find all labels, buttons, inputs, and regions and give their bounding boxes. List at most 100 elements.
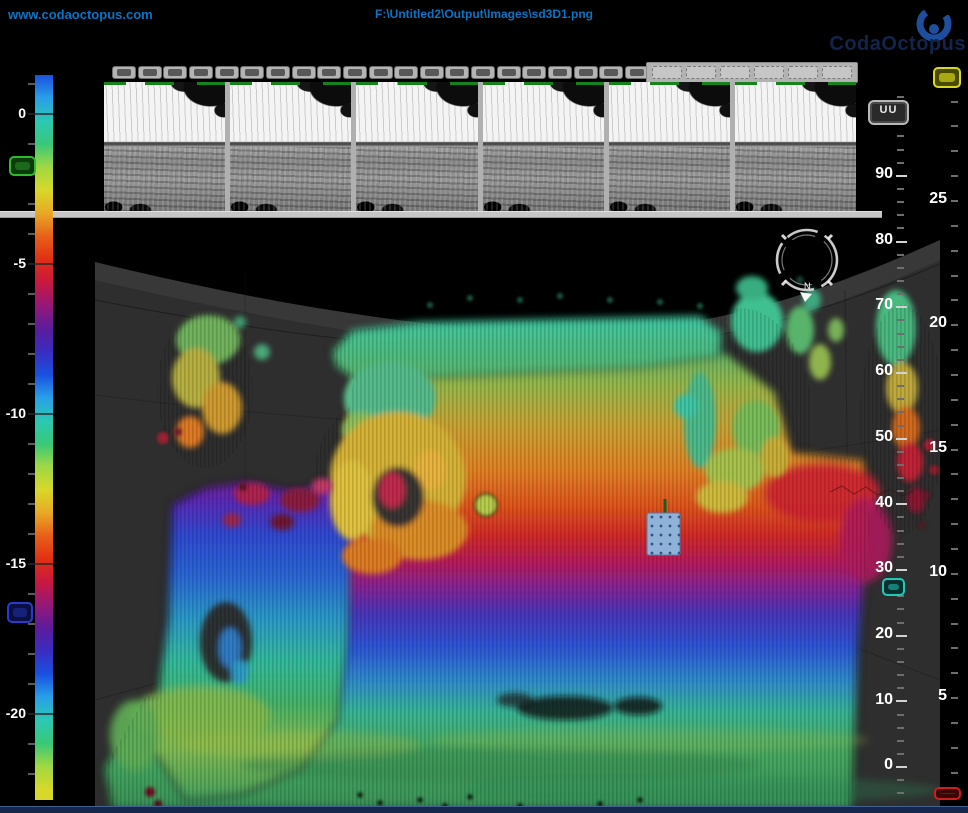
filmstrip-frame-button[interactable] bbox=[343, 66, 367, 79]
thumbnail-range-marks bbox=[483, 82, 604, 85]
filmstrip-frame-button[interactable] bbox=[574, 66, 598, 79]
thumbnail-seabed-texture bbox=[356, 147, 477, 212]
ruler-tick bbox=[897, 280, 904, 282]
colorbar-tick bbox=[28, 143, 35, 145]
ruler-label: 20 bbox=[913, 314, 947, 332]
thumbnail-range-marks bbox=[609, 82, 730, 85]
ruler-tick bbox=[897, 96, 904, 98]
marker-inner bbox=[940, 793, 955, 794]
point-cloud-data bbox=[95, 276, 945, 807]
filmstrip-frame-button[interactable] bbox=[420, 66, 444, 79]
ruler-tick bbox=[897, 451, 904, 453]
ruler-tick bbox=[897, 411, 904, 413]
colorbar-tick bbox=[28, 473, 35, 475]
ruler-tick bbox=[951, 101, 958, 103]
colorbar-green-marker-button[interactable] bbox=[9, 156, 36, 176]
ruler-tick bbox=[896, 569, 907, 571]
filmstrip-frame-button[interactable] bbox=[189, 66, 213, 79]
colorbar-tick bbox=[28, 353, 35, 355]
website-link[interactable]: www.codaoctopus.com bbox=[8, 7, 153, 22]
colorbar-tick bbox=[28, 653, 35, 655]
ruler-tick bbox=[897, 254, 904, 256]
filmstrip-selected-group[interactable] bbox=[646, 62, 858, 83]
ruler-tick bbox=[951, 672, 958, 674]
filmstrip-group-cell[interactable] bbox=[788, 66, 818, 79]
ruler-tick bbox=[897, 227, 904, 229]
filmstrip-group-cell[interactable] bbox=[822, 66, 852, 79]
ruler-tick bbox=[897, 516, 904, 518]
ruler-tick bbox=[897, 530, 904, 532]
filmstrip-group-cell[interactable] bbox=[686, 66, 716, 79]
uu-marker-button[interactable]: UU bbox=[868, 100, 909, 125]
ruler-tick bbox=[897, 687, 904, 689]
thumbnail-range-marks bbox=[356, 82, 477, 85]
ruler-tick bbox=[951, 250, 958, 252]
filmstrip-group-cell[interactable] bbox=[754, 66, 784, 79]
ruler-tick bbox=[897, 490, 904, 492]
ruler-tick bbox=[896, 372, 907, 374]
filmstrip-frame-button[interactable] bbox=[292, 66, 316, 79]
marker-inner bbox=[15, 162, 30, 170]
ruler-tick bbox=[951, 473, 958, 475]
ruler-label: 50 bbox=[859, 428, 893, 446]
ruler-tick bbox=[951, 299, 958, 301]
ruler-tick bbox=[897, 333, 904, 335]
sonar-thumbnail[interactable] bbox=[104, 82, 225, 211]
filmstrip-frame-button[interactable] bbox=[369, 66, 393, 79]
ruler-tick bbox=[897, 188, 904, 190]
filmstrip-frame-button[interactable] bbox=[138, 66, 162, 79]
ruler-tick bbox=[897, 346, 904, 348]
filmstrip-frame-button[interactable] bbox=[599, 66, 623, 79]
ruler-yellow-marker-button[interactable] bbox=[933, 67, 961, 88]
colorbar-navy-marker-button[interactable] bbox=[7, 602, 33, 623]
colorbar-tick bbox=[28, 263, 53, 265]
colorbar-tick bbox=[28, 623, 35, 625]
ruler-red-marker-button[interactable] bbox=[934, 787, 961, 800]
filmstrip-frame-button[interactable] bbox=[215, 66, 239, 79]
marker-inner bbox=[888, 584, 899, 590]
logo-text: CodaOctopus bbox=[829, 33, 966, 56]
sonar-thumbnail[interactable] bbox=[735, 82, 856, 211]
ruler-tick bbox=[951, 747, 958, 749]
colorbar-tick-label: -5 bbox=[2, 255, 26, 271]
filmstrip-frame-button[interactable] bbox=[163, 66, 187, 79]
sonar-3d-view[interactable]: N bbox=[0, 216, 968, 807]
sonar-thumbnail[interactable] bbox=[609, 82, 730, 211]
depth-colorbar bbox=[35, 75, 53, 800]
ruler-label: 70 bbox=[859, 296, 893, 314]
sonar-thumbnail-strip bbox=[104, 82, 856, 211]
filmstrip-frame-button[interactable] bbox=[522, 66, 546, 79]
colorbar-tick bbox=[28, 413, 53, 415]
ruler-tick bbox=[897, 608, 904, 610]
filmstrip-group-cell[interactable] bbox=[652, 66, 682, 79]
sonar-viewer-window: www.codaoctopus.com F:\Untitled2\Output\… bbox=[0, 0, 968, 813]
filmstrip-frame-button[interactable] bbox=[548, 66, 572, 79]
thumbnail-seabed-texture bbox=[230, 147, 351, 212]
ruler-tick bbox=[897, 792, 904, 794]
sonar-thumbnail[interactable] bbox=[230, 82, 351, 211]
coda-octopus-logo: CodaOctopus bbox=[818, 0, 968, 60]
filmstrip-frame-button[interactable] bbox=[394, 66, 418, 79]
ruler-tick bbox=[896, 503, 907, 505]
sonar-thumbnail[interactable] bbox=[356, 82, 477, 211]
thumbnail-seabed-texture bbox=[609, 147, 730, 212]
colorbar-tick-label: -20 bbox=[2, 705, 26, 721]
colorbar-tick bbox=[28, 563, 53, 565]
filmstrip-frame-button[interactable] bbox=[471, 66, 495, 79]
ruler-teal-marker-button[interactable] bbox=[882, 578, 905, 596]
ruler-tick bbox=[951, 200, 958, 202]
sonar-thumbnail[interactable] bbox=[483, 82, 604, 211]
filmstrip-frame-button[interactable] bbox=[317, 66, 341, 79]
ruler-tick bbox=[951, 349, 958, 351]
ruler-tick bbox=[897, 359, 904, 361]
ruler-tick bbox=[951, 449, 958, 451]
filmstrip-frame-button[interactable] bbox=[112, 66, 136, 79]
filmstrip-frame-button[interactable] bbox=[497, 66, 521, 79]
ruler-label: 5 bbox=[913, 687, 947, 705]
ruler-tick bbox=[897, 779, 904, 781]
filmstrip-group-cell[interactable] bbox=[720, 66, 750, 79]
filmstrip-frame-button[interactable] bbox=[266, 66, 290, 79]
filmstrip-frame-button[interactable] bbox=[445, 66, 469, 79]
thumbnail-seabed-texture bbox=[735, 147, 856, 212]
filmstrip-frame-button[interactable] bbox=[240, 66, 264, 79]
